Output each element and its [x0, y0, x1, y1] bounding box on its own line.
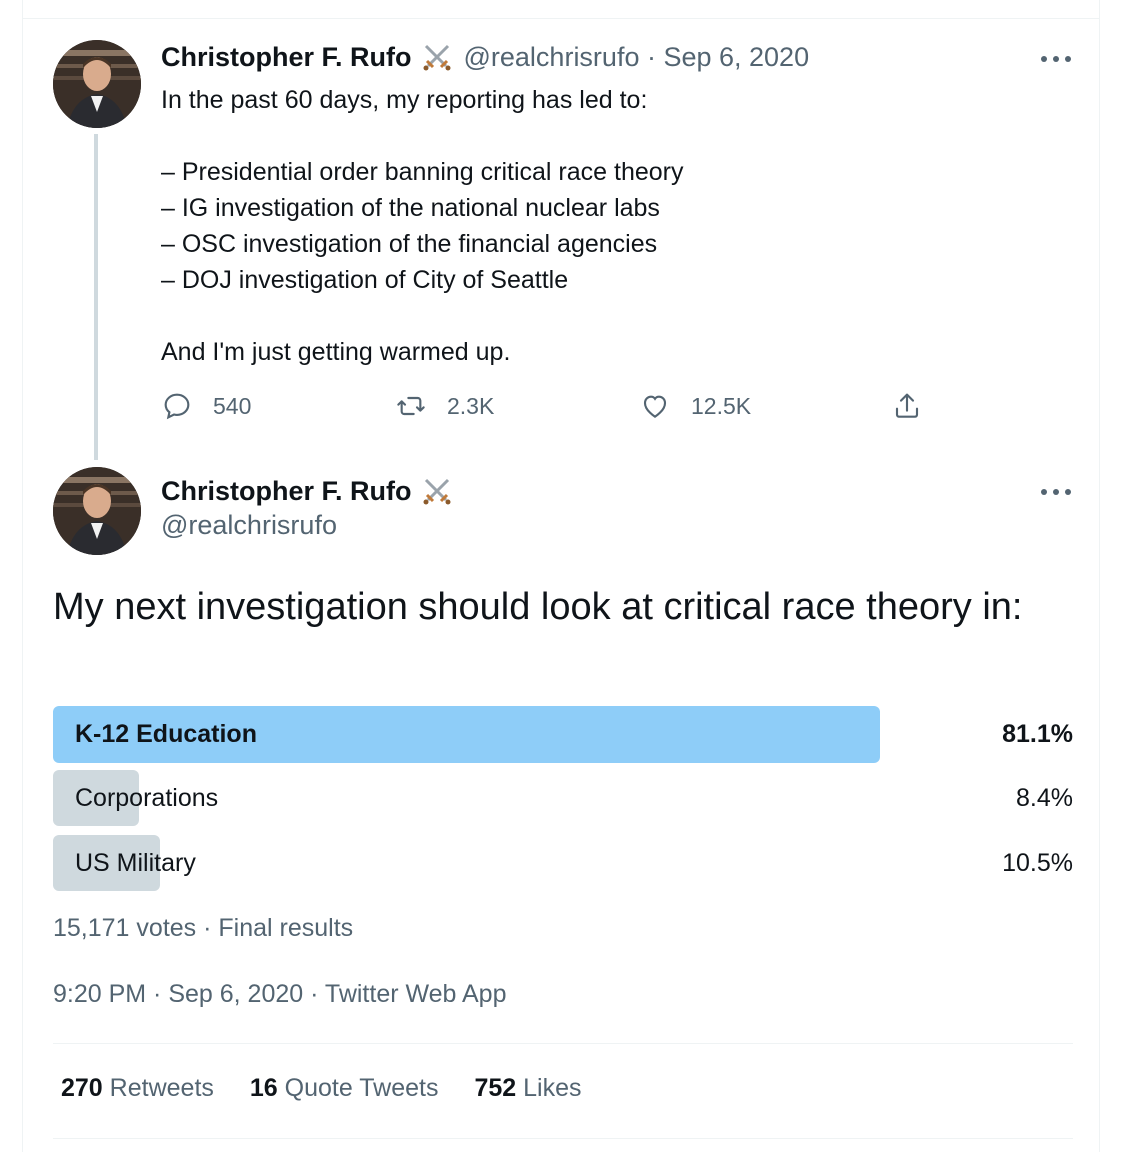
crossed-swords-icon: [420, 474, 454, 508]
text-line: In the past 60 days, my reporting has le…: [161, 86, 648, 114]
like-count: 12.5K: [691, 392, 752, 419]
poll-option-percent: 10.5%: [1002, 848, 1073, 877]
tweet-timestamp[interactable]: 9:20 PM · Sep 6, 2020 · Twitter Web App: [53, 980, 507, 1009]
divider: [53, 1043, 1073, 1044]
thread-line: [94, 134, 98, 460]
poll-question: My next investigation should look at cri…: [53, 586, 1023, 628]
crossed-swords-icon: [420, 40, 454, 74]
poll-option: K-12 Education 81.1%: [53, 706, 1073, 763]
likes-label: Likes: [523, 1074, 582, 1102]
text-line: – DOJ investigation of City of Seattle: [161, 266, 569, 294]
quotes-label: Quote Tweets: [284, 1074, 439, 1102]
poll-option-label: US Military: [75, 848, 196, 877]
poll-option-percent: 8.4%: [1016, 783, 1073, 812]
retweet-count: 2.3K: [447, 392, 495, 419]
poll-option: US Military 10.5%: [53, 835, 1073, 891]
retweets-stat[interactable]: 270 Retweets: [61, 1074, 214, 1103]
reply-icon: [164, 393, 190, 420]
text-line: [161, 118, 684, 154]
tweet1-header: Christopher F. Rufo @realchrisrufo · Sep…: [161, 40, 809, 74]
handle-and-date[interactable]: @realchrisrufo · Sep 6, 2020: [464, 42, 810, 73]
more-options-icon[interactable]: [1041, 54, 1071, 64]
divider: [53, 1138, 1073, 1139]
reply-count: 540: [213, 392, 252, 419]
text-line: [161, 298, 684, 334]
share-button[interactable]: [891, 390, 943, 422]
share-icon: [895, 393, 919, 418]
retweet-icon: [397, 396, 425, 416]
quote-tweets-stat[interactable]: 16 Quote Tweets: [250, 1074, 439, 1103]
engagement-stats: 270 Retweets 16 Quote Tweets 752 Likes: [61, 1074, 618, 1103]
text-line: – Presidential order banning critical ra…: [161, 158, 684, 186]
quotes-count: 16: [249, 1074, 278, 1102]
like-button[interactable]: 12.5K: [639, 390, 751, 422]
text-line: And I'm just getting warmed up.: [161, 338, 511, 366]
poll-option: Corporations 8.4%: [53, 770, 1073, 826]
tweet1-text: In the past 60 days, my reporting has le…: [161, 82, 684, 370]
avatar[interactable]: [53, 40, 141, 128]
tweet2-header: Christopher F. Rufo: [161, 474, 454, 508]
likes-stat[interactable]: 752 Likes: [474, 1074, 581, 1103]
author-name[interactable]: Christopher F. Rufo: [161, 42, 412, 73]
reply-button[interactable]: 540: [161, 390, 251, 422]
text-line: – IG investigation of the national nucle…: [161, 194, 660, 222]
author-name[interactable]: Christopher F. Rufo: [161, 476, 412, 507]
poll-results-meta: 15,171 votes · Final results: [53, 914, 354, 942]
poll-option-label: K-12 Education: [75, 720, 257, 748]
author-handle[interactable]: @realchrisrufo: [161, 510, 337, 541]
heart-icon: [643, 395, 667, 418]
more-options-icon[interactable]: [1041, 487, 1071, 497]
text-line: – OSC investigation of the financial age…: [161, 230, 658, 258]
top-divider: [22, 18, 1100, 19]
retweet-button[interactable]: 2.3K: [395, 390, 494, 422]
poll-option-percent: 81.1%: [1002, 720, 1073, 748]
tweet1-actions: 540 2.3K 12.5K: [161, 390, 941, 430]
retweets-count: 270: [61, 1074, 103, 1102]
poll-option-label: Corporations: [75, 783, 219, 812]
avatar[interactable]: [53, 467, 141, 555]
retweets-label: Retweets: [109, 1074, 214, 1102]
likes-count: 752: [474, 1074, 517, 1102]
